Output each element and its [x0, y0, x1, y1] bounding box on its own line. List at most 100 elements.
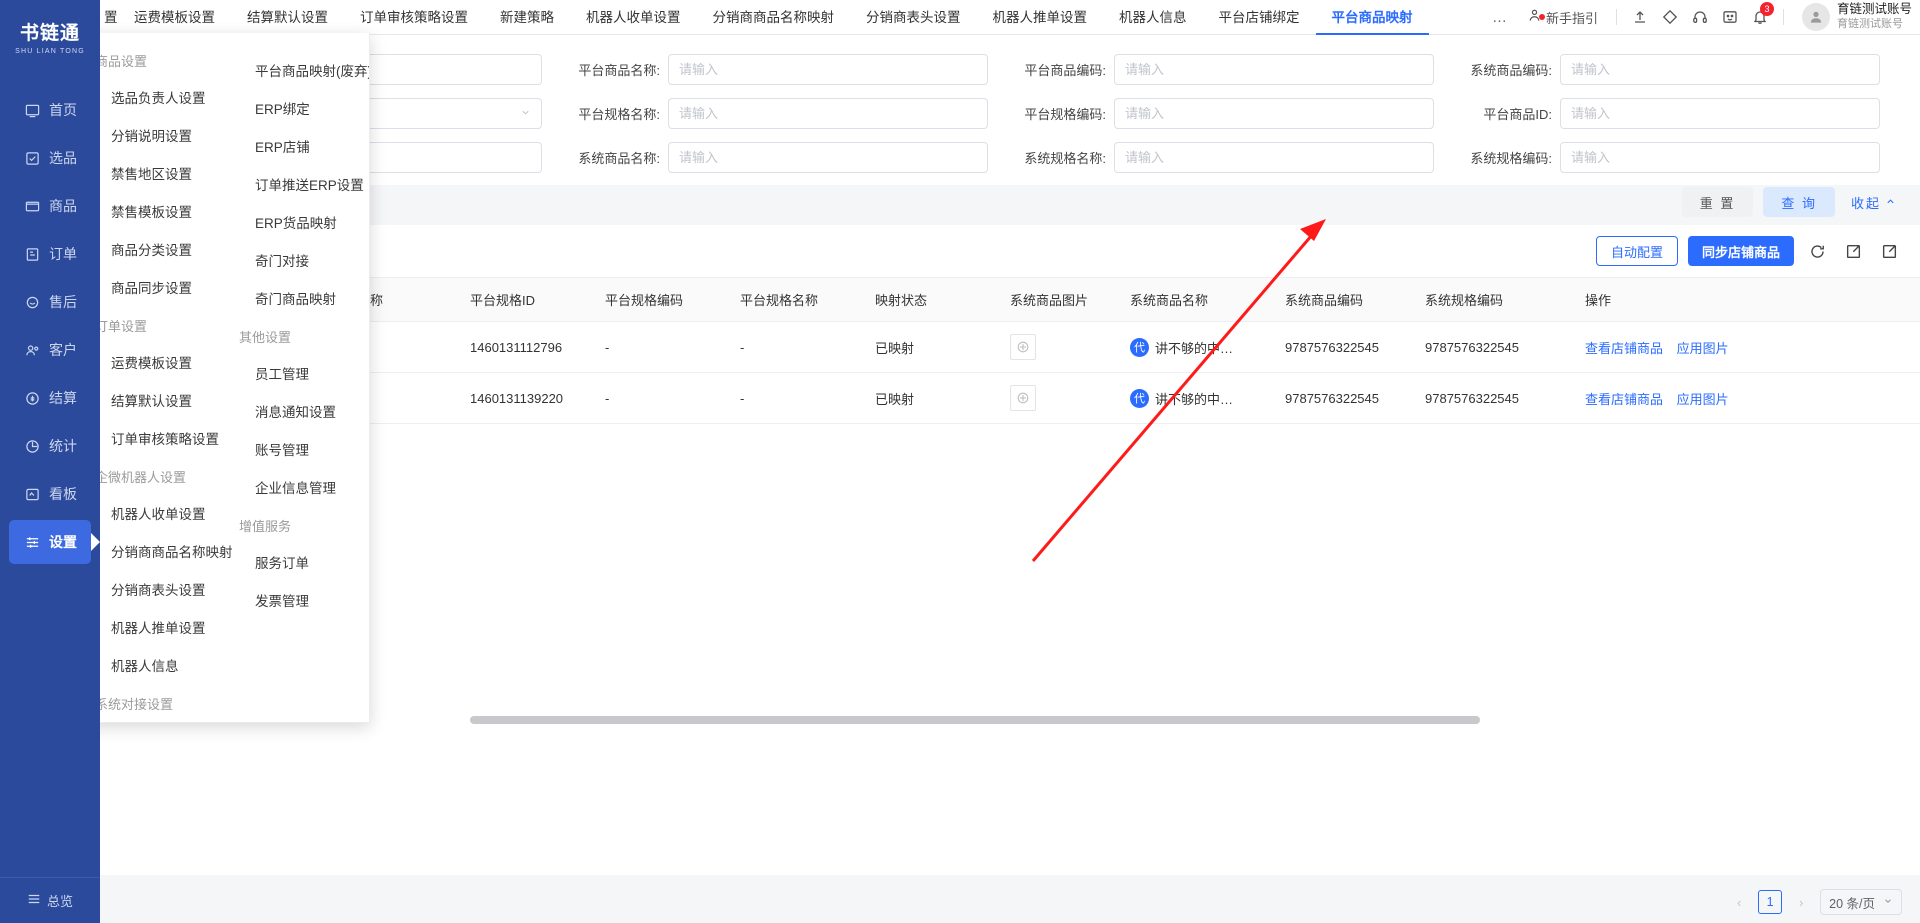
- mega-item-erp-goods-mapping[interactable]: ERP货品映射: [225, 203, 369, 241]
- tab-order-audit-policy[interactable]: 订单审核策略设置: [344, 0, 484, 35]
- headset-icon[interactable]: [1685, 0, 1715, 35]
- page-size-select[interactable]: 20 条/页: [1820, 889, 1902, 915]
- sidebar-item-select-goods[interactable]: 选品: [9, 136, 91, 180]
- filter-field-system-product-name: 系统商品名称:: [564, 141, 1010, 173]
- mega-item-qimen-product-mapping[interactable]: 奇门商品映射: [225, 279, 369, 317]
- tab-platform-shop-binding[interactable]: 平台店铺绑定: [1203, 0, 1316, 35]
- mega-item-selector-owner[interactable]: 选品负责人设置: [81, 78, 225, 116]
- mega-item-account-management[interactable]: 账号管理: [225, 430, 369, 468]
- view-shop-product-link[interactable]: 查看店铺商品: [1585, 341, 1663, 356]
- mega-item-service-order[interactable]: 服务订单: [225, 543, 369, 581]
- mega-item-platform-shop-binding[interactable]: 平台店铺绑定: [81, 721, 225, 722]
- tab-new-policy[interactable]: 新建策略: [484, 0, 570, 35]
- apply-image-link[interactable]: 应用图片: [1677, 392, 1729, 407]
- tab-distributor-header[interactable]: 分销商表头设置: [850, 0, 977, 35]
- sidebar-label: 选品: [49, 150, 77, 166]
- mega-item-erp-binding[interactable]: ERP绑定: [225, 89, 369, 127]
- auto-config-button[interactable]: 自动配置: [1595, 236, 1678, 266]
- next-page-button[interactable]: ›: [1790, 890, 1812, 914]
- platform-product-code-input[interactable]: [1114, 53, 1434, 85]
- mega-item-distribution-desc[interactable]: 分销说明设置: [81, 116, 225, 154]
- page-number-1[interactable]: 1: [1758, 890, 1783, 914]
- mega-item-restricted-region[interactable]: 禁售地区设置: [81, 154, 225, 192]
- sidebar-item-settings[interactable]: 设置: [9, 520, 91, 564]
- sync-shop-products-button[interactable]: 同步店铺商品: [1687, 236, 1794, 266]
- filter-label: 平台商品名称:: [578, 62, 660, 78]
- tab-robot-receive-order[interactable]: 机器人收单设置: [570, 0, 697, 35]
- sidebar-item-dashboard[interactable]: 看板: [9, 472, 91, 516]
- mega-item-robot-push-order[interactable]: 机器人推单设置: [81, 608, 225, 646]
- cell-system-spec-code: 9787576322545: [1415, 372, 1575, 424]
- tab-list: 置 运费模板设置 结算默认设置 订单审核策略设置 新建策略 机器人收单设置 分销…: [100, 0, 1482, 35]
- tab-more-button[interactable]: …: [1482, 9, 1517, 26]
- sidebar-item-order[interactable]: 订单: [9, 232, 91, 276]
- mega-item-product-category[interactable]: 商品分类设置: [81, 230, 225, 268]
- platform-spec-name-input[interactable]: [668, 97, 988, 129]
- mega-item-invoice-management[interactable]: 发票管理: [225, 581, 369, 619]
- divider: [1615, 9, 1617, 25]
- tab-settlement-default[interactable]: 结算默认设置: [231, 0, 344, 35]
- mega-item-enterprise-info[interactable]: 企业信息管理: [225, 468, 369, 506]
- filter-label: 平台规格名称:: [578, 106, 660, 122]
- apply-image-link[interactable]: 应用图片: [1677, 341, 1729, 356]
- mega-item-distributor-header[interactable]: 分销商表头设置: [81, 570, 225, 608]
- mega-item-order-audit-policy[interactable]: 订单审核策略设置: [81, 419, 225, 457]
- mega-item-platform-product-mapping-deprecated[interactable]: 平台商品映射(废弃): [225, 41, 369, 89]
- upload-icon[interactable]: [1625, 0, 1655, 35]
- mega-item-robot-info[interactable]: 机器人信息: [81, 646, 225, 684]
- reset-button[interactable]: 重 置: [1681, 187, 1754, 217]
- sidebar-item-after-sales[interactable]: 售后: [9, 280, 91, 324]
- bell-icon[interactable]: 3: [1745, 0, 1775, 35]
- sidebar-item-settlement[interactable]: 结算: [9, 376, 91, 420]
- refresh-icon[interactable]: [1804, 238, 1830, 264]
- platform-product-name-input[interactable]: [668, 53, 988, 85]
- tag-icon[interactable]: [1655, 0, 1685, 35]
- mega-item-order-push-erp[interactable]: 订单推送ERP设置: [225, 165, 369, 203]
- mega-item-qimen-integration[interactable]: 奇门对接: [225, 241, 369, 279]
- platform-spec-code-input[interactable]: [1114, 97, 1434, 129]
- horizontal-scrollbar[interactable]: [100, 716, 1920, 726]
- sidebar-item-statistics[interactable]: 统计: [9, 424, 91, 468]
- sidebar: 书链通 SHU LIAN TONG 首页 选品 商品 订单 售后 客户 结算 统…: [0, 0, 100, 923]
- user-menu[interactable]: 育链测试账号 育链测试账号: [1792, 2, 1912, 31]
- tab-robot-push-order[interactable]: 机器人推单设置: [977, 0, 1104, 35]
- tab-clipped[interactable]: 置: [104, 0, 118, 35]
- platform-product-id-input[interactable]: [1560, 97, 1880, 129]
- mega-item-settlement-default[interactable]: 结算默认设置: [81, 381, 225, 419]
- tab-platform-product-mapping[interactable]: 平台商品映射: [1315, 0, 1429, 35]
- import-icon[interactable]: [1876, 238, 1902, 264]
- mega-item-freight-template[interactable]: 运费模板设置: [81, 343, 225, 381]
- chevron-up-icon: [1885, 195, 1896, 210]
- mega-item-restricted-template[interactable]: 禁售模板设置: [81, 192, 225, 230]
- system-spec-name-input[interactable]: [1114, 141, 1434, 173]
- tab-robot-info[interactable]: 机器人信息: [1103, 0, 1203, 35]
- sidebar-item-customer[interactable]: 客户: [9, 328, 91, 372]
- sidebar-overview-button[interactable]: 总览: [0, 877, 100, 923]
- sidebar-item-home[interactable]: 首页: [9, 88, 91, 132]
- tab-freight-template[interactable]: 运费模板设置: [118, 0, 231, 35]
- sidebar-item-product[interactable]: 商品: [9, 184, 91, 228]
- page-size-label: 20 条/页: [1829, 896, 1875, 911]
- newbie-guide-button[interactable]: 新手指引: [1517, 8, 1608, 27]
- query-button[interactable]: 查 询: [1763, 187, 1835, 217]
- mega-item-robot-receive-order[interactable]: 机器人收单设置: [81, 494, 225, 532]
- mega-item-message-notification[interactable]: 消息通知设置: [225, 392, 369, 430]
- mega-item-erp-shop[interactable]: ERP店铺: [225, 127, 369, 165]
- system-spec-code-input[interactable]: [1560, 141, 1880, 173]
- export-icon[interactable]: [1840, 238, 1866, 264]
- filter-field-platform-spec-name: 平台规格名称:: [564, 97, 1010, 129]
- prev-page-button[interactable]: ‹: [1728, 890, 1750, 914]
- tab-distributor-product-name-map[interactable]: 分销商商品名称映射: [697, 0, 851, 35]
- system-product-name-input[interactable]: [668, 141, 988, 173]
- th-system-product-code: 系统商品编码: [1275, 277, 1415, 322]
- brand-name-en: SHU LIAN TONG: [15, 47, 85, 55]
- product-mapping-table: 平台规格ID 平台商品编码 平台商品名称 平台规格ID 平台规格编码 平台规格名…: [100, 277, 1920, 424]
- mega-menu-column-2: 平台商品映射(废弃) ERP绑定 ERP店铺 订单推送ERP设置 ERP货品映射…: [225, 41, 369, 722]
- system-product-code-input[interactable]: [1560, 53, 1880, 85]
- mega-item-product-sync[interactable]: 商品同步设置: [81, 268, 225, 306]
- mega-item-staff-management[interactable]: 员工管理: [225, 354, 369, 392]
- view-shop-product-link[interactable]: 查看店铺商品: [1585, 392, 1663, 407]
- collapse-button[interactable]: 收起: [1845, 187, 1902, 217]
- feedback-icon[interactable]: [1715, 0, 1745, 35]
- horizontal-scrollbar-thumb[interactable]: [470, 716, 1480, 724]
